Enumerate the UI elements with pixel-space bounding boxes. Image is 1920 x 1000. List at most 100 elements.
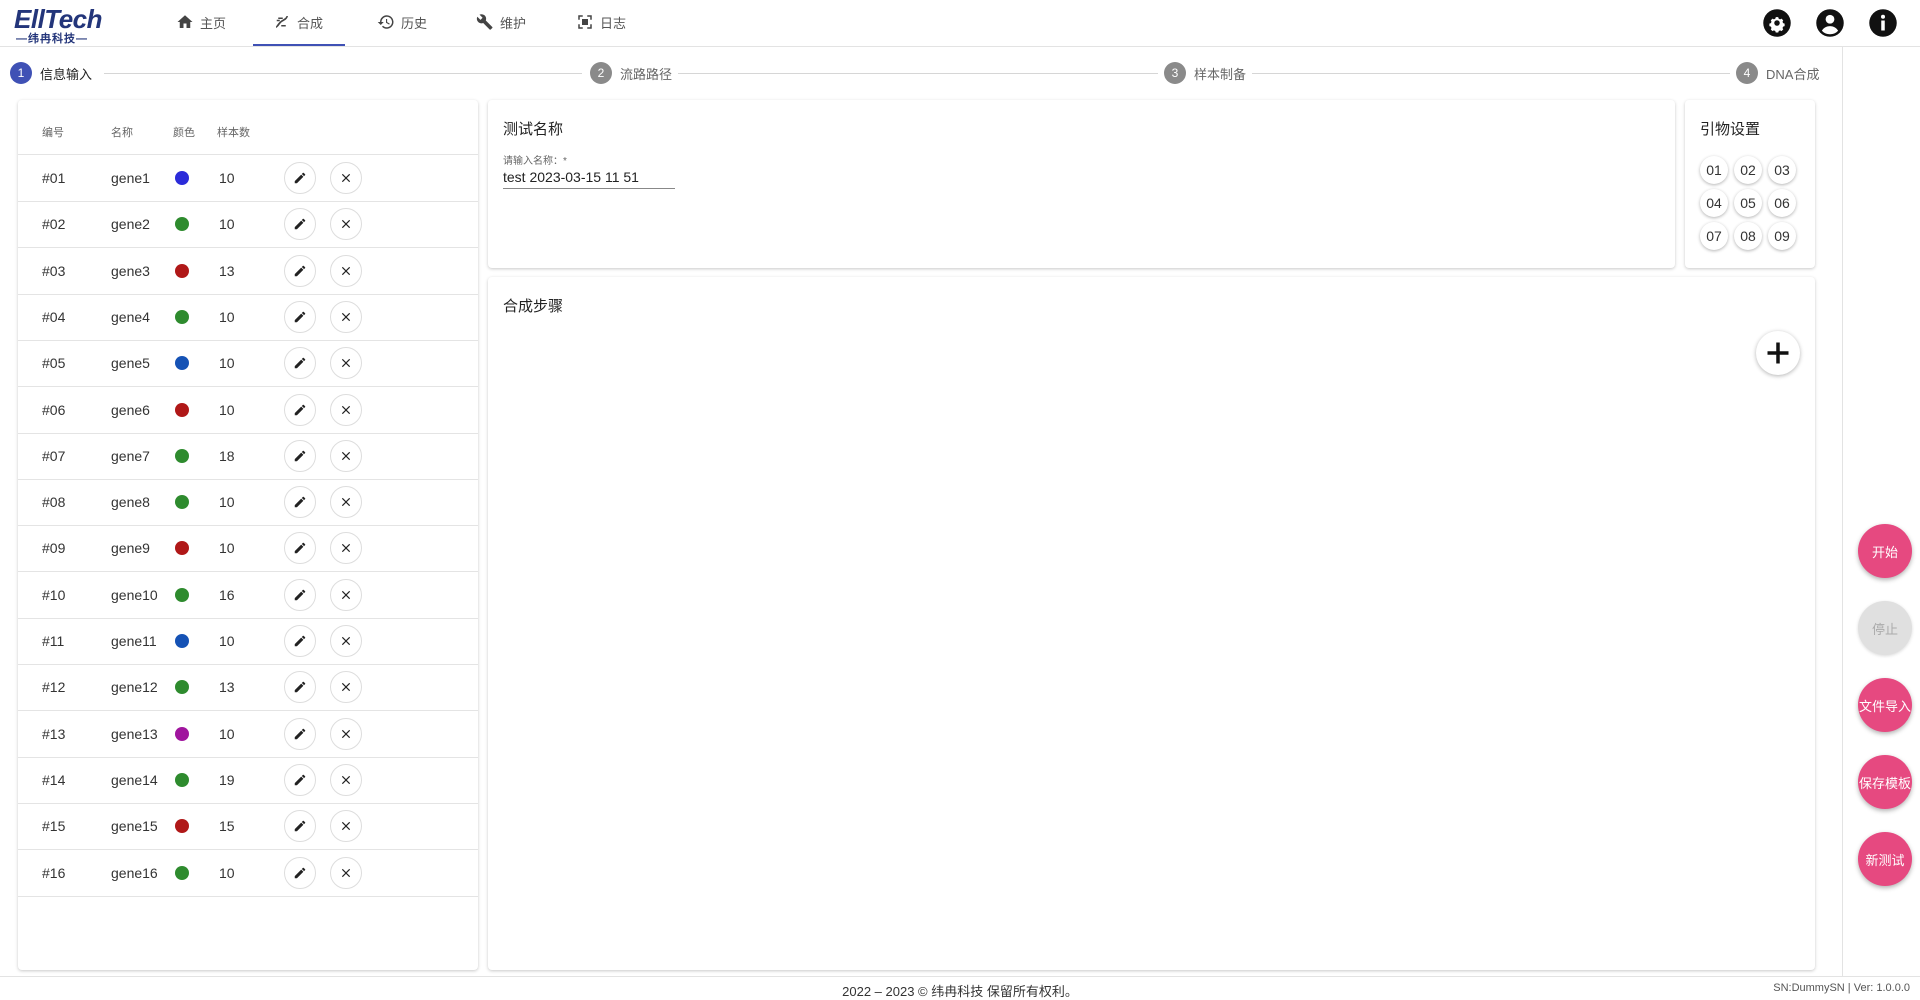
delete-button[interactable] [330,671,362,704]
edit-button[interactable] [284,532,316,565]
step-info-input[interactable]: 1 信息输入 [10,62,99,84]
gene-id: #14 [42,771,66,788]
nav-tab-history[interactable]: 历史 [377,0,427,44]
primer-button[interactable]: 07 [1700,222,1728,250]
edit-button[interactable] [284,717,316,750]
primer-button[interactable]: 09 [1768,222,1796,250]
nav-tab-maintenance[interactable]: 维护 [476,0,526,44]
new-test-button[interactable]: 新测试 [1858,832,1912,886]
edit-button[interactable] [284,347,316,380]
close-icon [341,173,351,183]
edit-button[interactable] [284,208,316,241]
step-flow-path[interactable]: 2 流路路径 [586,62,679,84]
sample-count: 10 [219,401,235,418]
color-dot [175,541,189,556]
delete-button[interactable] [330,162,362,194]
edit-button[interactable] [284,856,316,889]
nav-tab-synthesis[interactable]: 合成 [253,0,346,46]
info-icon[interactable] [1868,8,1898,38]
primer-button[interactable]: 06 [1768,189,1796,217]
import-file-button[interactable]: 文件导入 [1858,678,1912,732]
test-name-input[interactable] [503,166,675,189]
add-step-button[interactable] [1756,331,1800,375]
delete-button[interactable] [330,578,362,611]
start-button[interactable]: 开始 [1858,524,1912,578]
nav-tab-home[interactable]: 主页 [176,0,226,44]
delete-button[interactable] [330,717,362,750]
primer-button[interactable]: 04 [1700,189,1728,217]
delete-button[interactable] [330,254,362,287]
gene-color-swatch [175,803,189,849]
edit-button[interactable] [284,578,316,611]
gene-color-swatch [175,618,189,664]
panel-title: 测试名称 [503,121,564,138]
edit-button[interactable] [284,439,316,472]
edit-button[interactable] [284,254,316,287]
color-dot [175,587,189,602]
pencil-icon [294,635,306,647]
delete-button[interactable] [330,208,362,241]
settings-gear-icon[interactable] [1762,8,1792,38]
table-row: #07 gene7 18 [18,433,478,480]
pencil-icon [294,728,306,739]
stop-button[interactable]: 停止 [1858,601,1912,655]
edit-button[interactable] [284,810,316,843]
color-dot [175,217,189,232]
step-sample-prep[interactable]: 3 样本制备 [1160,62,1253,84]
edit-button[interactable] [284,625,316,657]
pencil-icon [294,774,306,786]
sample-count: 15 [219,818,235,835]
delete-button[interactable] [330,393,362,426]
step-label: 信息输入 [40,66,93,82]
plus-icon [1767,342,1789,364]
gene-color-swatch [175,155,189,201]
pencil-icon [294,311,306,323]
gene-name: gene10 [111,586,158,603]
delete-button[interactable] [330,856,362,889]
gene-id: #01 [42,170,66,186]
close-icon [341,775,351,784]
delete-button[interactable] [330,625,362,657]
right-rail-divider [1842,46,1843,976]
table-row: #05 gene5 10 [18,340,478,388]
close-icon [341,498,351,507]
primer-button[interactable]: 08 [1734,222,1762,250]
sample-count: 19 [219,771,235,788]
column-header-id: 编号 [42,127,64,139]
edit-button[interactable] [284,486,316,519]
nav-tab-log[interactable]: 日志 [576,0,626,44]
gene-name: gene2 [111,216,150,233]
primer-button[interactable]: 05 [1734,189,1762,217]
account-icon[interactable] [1815,8,1845,38]
delete-button[interactable] [330,486,362,519]
delete-button[interactable] [330,439,362,472]
delete-button[interactable] [330,810,362,843]
edit-button[interactable] [284,763,316,796]
close-icon [341,683,351,692]
pencil-icon [294,543,306,554]
edit-button[interactable] [284,671,316,704]
column-header-name: 名称 [111,127,133,139]
synthesis-steps-panel: 合成步骤 [488,277,1815,970]
primer-button[interactable]: 02 [1734,156,1762,184]
delete-button[interactable] [330,532,362,565]
pencil-icon [294,820,306,832]
gene-id: #10 [42,586,66,603]
edit-button[interactable] [284,162,316,194]
table-row: #02 gene2 10 [18,201,478,249]
gene-name: gene9 [111,540,150,557]
stepper-connector [104,73,582,74]
nav-tab-label: 主页 [200,15,227,31]
primer-button[interactable]: 03 [1768,156,1796,184]
edit-button[interactable] [284,300,316,333]
step-dna-synthesis[interactable]: 4 DNA合成 [1732,62,1826,84]
delete-button[interactable] [330,763,362,796]
column-header-color: 颜色 [173,127,195,139]
save-template-button[interactable]: 保存模板 [1858,755,1912,809]
gene-color-swatch [175,757,189,803]
table-row: #10 gene10 16 [18,572,478,619]
delete-button[interactable] [330,347,362,380]
edit-button[interactable] [284,393,316,426]
primer-button[interactable]: 01 [1700,156,1728,184]
delete-button[interactable] [330,300,362,333]
